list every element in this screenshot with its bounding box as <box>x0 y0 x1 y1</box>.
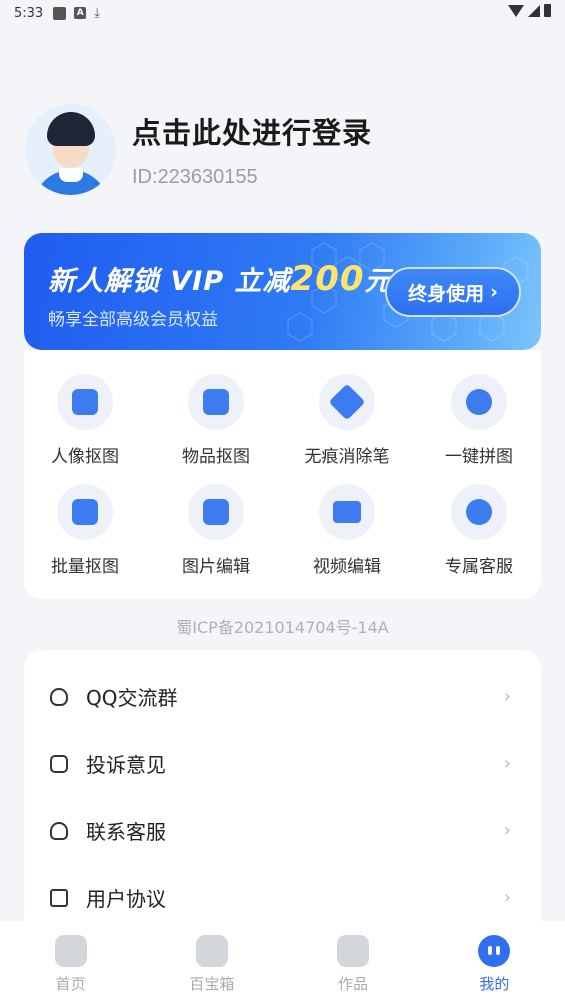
tab-home[interactable]: 首页 <box>0 921 141 1004</box>
chevron-right-icon: › <box>503 820 511 841</box>
tool-customer-service[interactable]: 专属客服 <box>429 484 529 577</box>
bag-icon <box>203 389 229 415</box>
wifi-icon <box>508 4 524 17</box>
works-icon <box>337 935 370 967</box>
headset-icon <box>50 821 68 840</box>
tool-object-cutout[interactable]: 物品抠图 <box>166 374 266 467</box>
document-icon <box>50 888 68 907</box>
vip-title: 新人解锁 VIP 立减200元 <box>48 259 393 299</box>
tab-mine[interactable]: 我的 <box>424 921 565 1004</box>
login-prompt[interactable]: 点击此处进行登录 <box>132 110 372 152</box>
battery-icon <box>544 4 551 17</box>
vip-subtitle: 畅享全部高级会员权益 <box>48 310 218 330</box>
tools-grid: 人像抠图 物品抠图 无痕消除笔 一键拼图 批量抠图 图片编辑 视频编辑 专属客服 <box>24 350 541 599</box>
home-icon <box>54 935 87 967</box>
edit-icon <box>203 499 229 525</box>
video-icon <box>333 501 361 523</box>
menu-item-contact-service[interactable]: 联系客服 › <box>24 797 541 864</box>
app-a-icon: A <box>74 7 87 19</box>
tool-batch-cutout[interactable]: 批量抠图 <box>35 484 135 577</box>
menu-item-qq-group[interactable]: QQ交流群 › <box>24 663 541 730</box>
service-icon <box>466 499 492 525</box>
vip-banner[interactable]: 新人解锁 VIP 立减200元 畅享全部高级会员权益 终身使用 › <box>24 233 541 350</box>
icp-license: 蜀ICP备2021014704号-14A <box>176 618 389 637</box>
puzzle-icon <box>466 389 492 415</box>
tool-portrait-cutout[interactable]: 人像抠图 <box>35 374 135 467</box>
settings-menu: QQ交流群 › 投诉意见 › 联系客服 › 用户协议 › <box>24 650 541 950</box>
profile-icon <box>478 935 511 967</box>
chevron-right-icon: › <box>503 887 511 908</box>
chevron-right-icon: › <box>490 281 498 303</box>
menu-item-feedback[interactable]: 投诉意见 › <box>24 730 541 797</box>
toolbox-icon <box>195 935 228 967</box>
user-id: ID:223630155 <box>132 166 258 188</box>
status-indicators <box>508 4 551 17</box>
eraser-icon <box>328 383 366 421</box>
batch-icon <box>72 499 98 525</box>
status-time: 5:33 <box>14 5 44 21</box>
tab-works[interactable]: 作品 <box>283 921 424 1004</box>
portrait-icon <box>72 389 98 415</box>
tool-eraser[interactable]: 无痕消除笔 <box>297 374 397 467</box>
tool-video-edit[interactable]: 视频编辑 <box>297 484 397 577</box>
qq-icon <box>50 687 68 706</box>
signal-icon <box>528 4 540 17</box>
profile-header[interactable]: 点击此处进行登录 ID:223630155 <box>25 104 372 195</box>
chevron-right-icon: › <box>503 753 511 774</box>
avatar[interactable] <box>25 104 116 195</box>
tool-collage[interactable]: 一键拼图 <box>429 374 529 467</box>
chat-icon <box>50 754 68 773</box>
chevron-right-icon: › <box>503 686 511 707</box>
bottom-tab-bar: 首页 百宝箱 作品 我的 <box>0 921 565 1004</box>
notification-icon <box>53 6 67 20</box>
tool-image-edit[interactable]: 图片编辑 <box>166 484 266 577</box>
tab-toolbox[interactable]: 百宝箱 <box>141 921 282 1004</box>
download-icon: ⤓ <box>94 5 100 21</box>
status-bar: 5:33 A ⤓ <box>0 0 565 26</box>
lifetime-use-button[interactable]: 终身使用 › <box>385 267 521 317</box>
